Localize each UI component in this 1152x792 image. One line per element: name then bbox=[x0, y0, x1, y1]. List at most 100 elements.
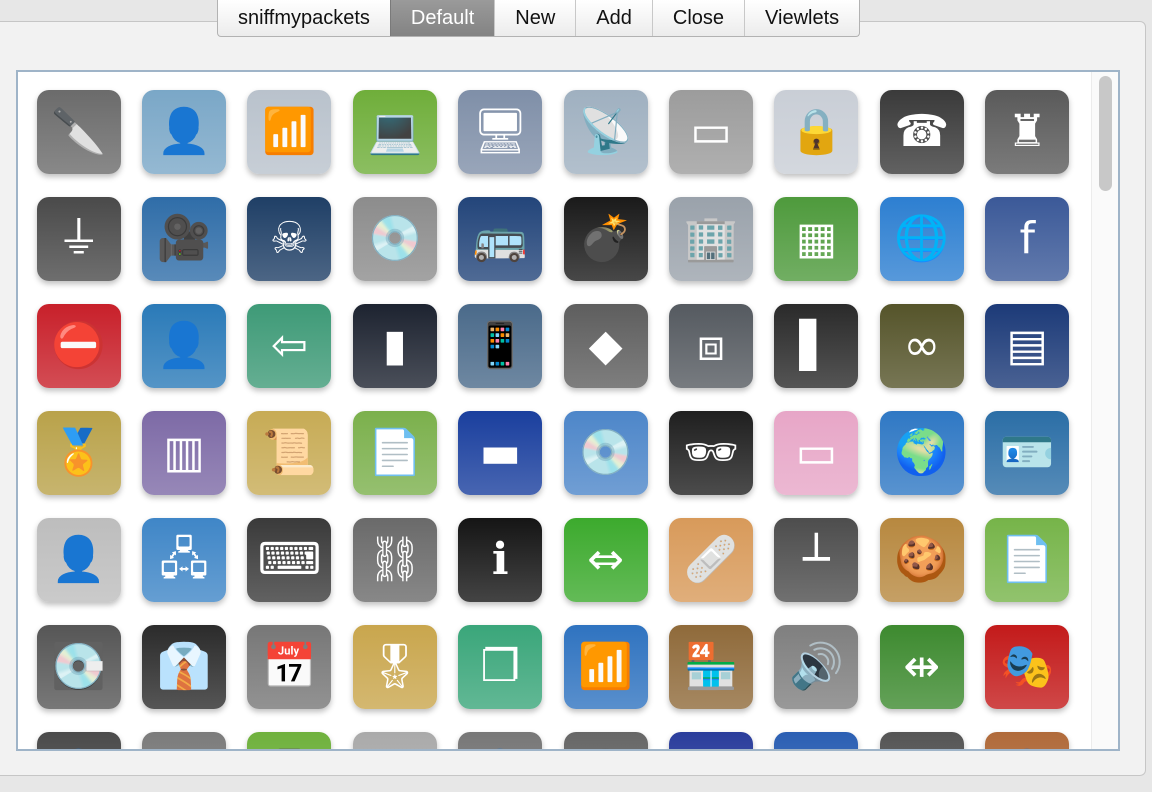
palette-item[interactable]: 🔊 bbox=[764, 613, 869, 720]
palette-item[interactable]: 📜 bbox=[237, 399, 342, 506]
palette-item[interactable]: … bbox=[764, 720, 869, 749]
palette-item[interactable]: ⌨ bbox=[237, 506, 342, 613]
palette-item[interactable]: 📄 bbox=[975, 506, 1080, 613]
palette-item[interactable]: 📶 bbox=[553, 613, 658, 720]
palette-item[interactable]: 📱 bbox=[237, 720, 342, 749]
palette-item[interactable]: 🖧 bbox=[131, 506, 236, 613]
chat-bubble-icon: … bbox=[774, 731, 859, 749]
palette-item[interactable]: ☠ bbox=[237, 185, 342, 292]
palette-item[interactable]: 💿 bbox=[342, 185, 447, 292]
scrollbar-thumb[interactable] bbox=[1099, 76, 1112, 191]
palette-item[interactable]: ━ bbox=[869, 720, 974, 749]
tab-default[interactable]: Default bbox=[389, 0, 495, 36]
palette-item[interactable]: 👤 bbox=[131, 292, 236, 399]
palette-item[interactable]: 🔪 bbox=[26, 78, 131, 185]
palette-item[interactable]: ▬ bbox=[448, 399, 553, 506]
palette-item[interactable]: 🍪 bbox=[869, 506, 974, 613]
ethernet-port-icon: ⧈ bbox=[669, 303, 754, 388]
bandage-icon: 🩹 bbox=[669, 517, 754, 602]
tab-sniffmypackets[interactable]: sniffmypackets bbox=[218, 0, 390, 36]
palette-item[interactable]: ▌ bbox=[764, 292, 869, 399]
palette-item[interactable]: 🚌 bbox=[448, 185, 553, 292]
palette-item[interactable]: 💣 bbox=[553, 185, 658, 292]
palette-item[interactable]: ⇹ bbox=[869, 613, 974, 720]
table-import-icon: ⇦ bbox=[247, 303, 332, 388]
palette-item[interactable]: ⛓ bbox=[342, 506, 447, 613]
palette-item[interactable]: 📅 bbox=[237, 613, 342, 720]
vertical-scrollbar[interactable] bbox=[1091, 72, 1118, 749]
hard-drive-box-icon: ▭ bbox=[669, 89, 754, 174]
palette-item[interactable]: ❐ bbox=[448, 613, 553, 720]
progress-bar-icon: ▬ bbox=[458, 410, 543, 495]
tab-viewlets[interactable]: Viewlets bbox=[744, 0, 859, 36]
software-box-icon: 💿 bbox=[352, 196, 437, 281]
table-export-icon: ▦ bbox=[774, 196, 859, 281]
palette-item[interactable]: 👤 bbox=[26, 720, 131, 749]
palette-item[interactable]: 🎧 bbox=[553, 720, 658, 749]
palette-item[interactable]: 💻 bbox=[342, 78, 447, 185]
palette-item[interactable]: 📡 bbox=[553, 78, 658, 185]
user-computer-icon: 👤 bbox=[142, 303, 227, 388]
palette-item[interactable]: 🔒 bbox=[764, 78, 869, 185]
palette-item[interactable]: 🕶 bbox=[658, 399, 763, 506]
masked-figure-icon: 🎭 bbox=[985, 624, 1070, 709]
businessman-icon: 👔 bbox=[142, 624, 227, 709]
palette-item[interactable]: ⛔ bbox=[26, 292, 131, 399]
palette-item[interactable]: ▦ bbox=[764, 185, 869, 292]
palette-item[interactable]: ∞ bbox=[869, 292, 974, 399]
tab-new[interactable]: New bbox=[494, 0, 575, 36]
palette-item[interactable]: 🌍 bbox=[869, 399, 974, 506]
palette-item[interactable]: 🎖 bbox=[342, 613, 447, 720]
palette-item[interactable]: ▭ bbox=[658, 78, 763, 185]
palette-item[interactable]: ♜ bbox=[975, 78, 1080, 185]
chain-link-icon: ⛓ bbox=[352, 517, 437, 602]
palette-item[interactable]: ⇔ bbox=[553, 506, 658, 613]
palette-item[interactable]: 👤 bbox=[26, 506, 131, 613]
person-partial-icon: 👤 bbox=[458, 731, 543, 749]
phone-icon: ☎ bbox=[879, 89, 964, 174]
palette-item[interactable]: f bbox=[975, 185, 1080, 292]
tab-add[interactable]: Add bbox=[575, 0, 652, 36]
palette-item[interactable]: 👤 bbox=[448, 720, 553, 749]
document-minus-icon: 📄 bbox=[985, 517, 1070, 602]
palette-item[interactable]: 🪪 bbox=[975, 399, 1080, 506]
tab-close[interactable]: Close bbox=[651, 0, 744, 36]
palette-item[interactable]: ⏚ bbox=[26, 185, 131, 292]
palette-item[interactable]: 📱 bbox=[448, 292, 553, 399]
palette-item[interactable]: 📶 bbox=[237, 78, 342, 185]
palette-item[interactable]: ▭ bbox=[342, 720, 447, 749]
palette-item[interactable]: 🌐 bbox=[869, 185, 974, 292]
palette-item[interactable]: ☎ bbox=[869, 78, 974, 185]
person-phone-icon: 📱 bbox=[458, 303, 543, 388]
palette-item[interactable]: ⇦ bbox=[237, 292, 342, 399]
palette-item[interactable]: ▤ bbox=[975, 292, 1080, 399]
palette-item[interactable]: ▮ bbox=[342, 292, 447, 399]
cookies-icon: 🍪 bbox=[879, 517, 964, 602]
award-certificate-icon: 🎖 bbox=[352, 624, 437, 709]
palette-item[interactable]: ▭ bbox=[764, 399, 869, 506]
palette-item[interactable]: 💽 bbox=[26, 613, 131, 720]
palette-item[interactable]: 🎭 bbox=[975, 613, 1080, 720]
palette-item[interactable]: ┴ bbox=[764, 506, 869, 613]
palette-item[interactable]: 🏪 bbox=[658, 613, 763, 720]
palette-item[interactable]: 💿 bbox=[553, 399, 658, 506]
palette-item[interactable]: 👔 bbox=[131, 613, 236, 720]
facebook-icon: f bbox=[985, 196, 1070, 281]
palette-item[interactable]: ★ bbox=[658, 720, 763, 749]
palette-item[interactable]: 🎥 bbox=[131, 185, 236, 292]
palette-item[interactable]: 🏢 bbox=[658, 185, 763, 292]
flight-board-icon: ▤ bbox=[985, 303, 1070, 388]
palette-item[interactable]: 👤 bbox=[131, 78, 236, 185]
certificate-map-icon: 📜 bbox=[247, 410, 332, 495]
palette-item[interactable]: ▥ bbox=[131, 399, 236, 506]
palette-item[interactable]: 🩹 bbox=[658, 506, 763, 613]
palette-item[interactable]: 👤 bbox=[975, 720, 1080, 749]
palette-item[interactable]: ◆ bbox=[553, 292, 658, 399]
palette-item[interactable]: ⛓ bbox=[131, 720, 236, 749]
palette-item[interactable]: ⧈ bbox=[658, 292, 763, 399]
palette-item[interactable]: 📄 bbox=[342, 399, 447, 506]
palette-item[interactable]: 🏅 bbox=[26, 399, 131, 506]
palette-item[interactable]: ℹ bbox=[448, 506, 553, 613]
palette-item[interactable]: 🖥 bbox=[448, 78, 553, 185]
paper-roll-icon: ▭ bbox=[352, 731, 437, 749]
